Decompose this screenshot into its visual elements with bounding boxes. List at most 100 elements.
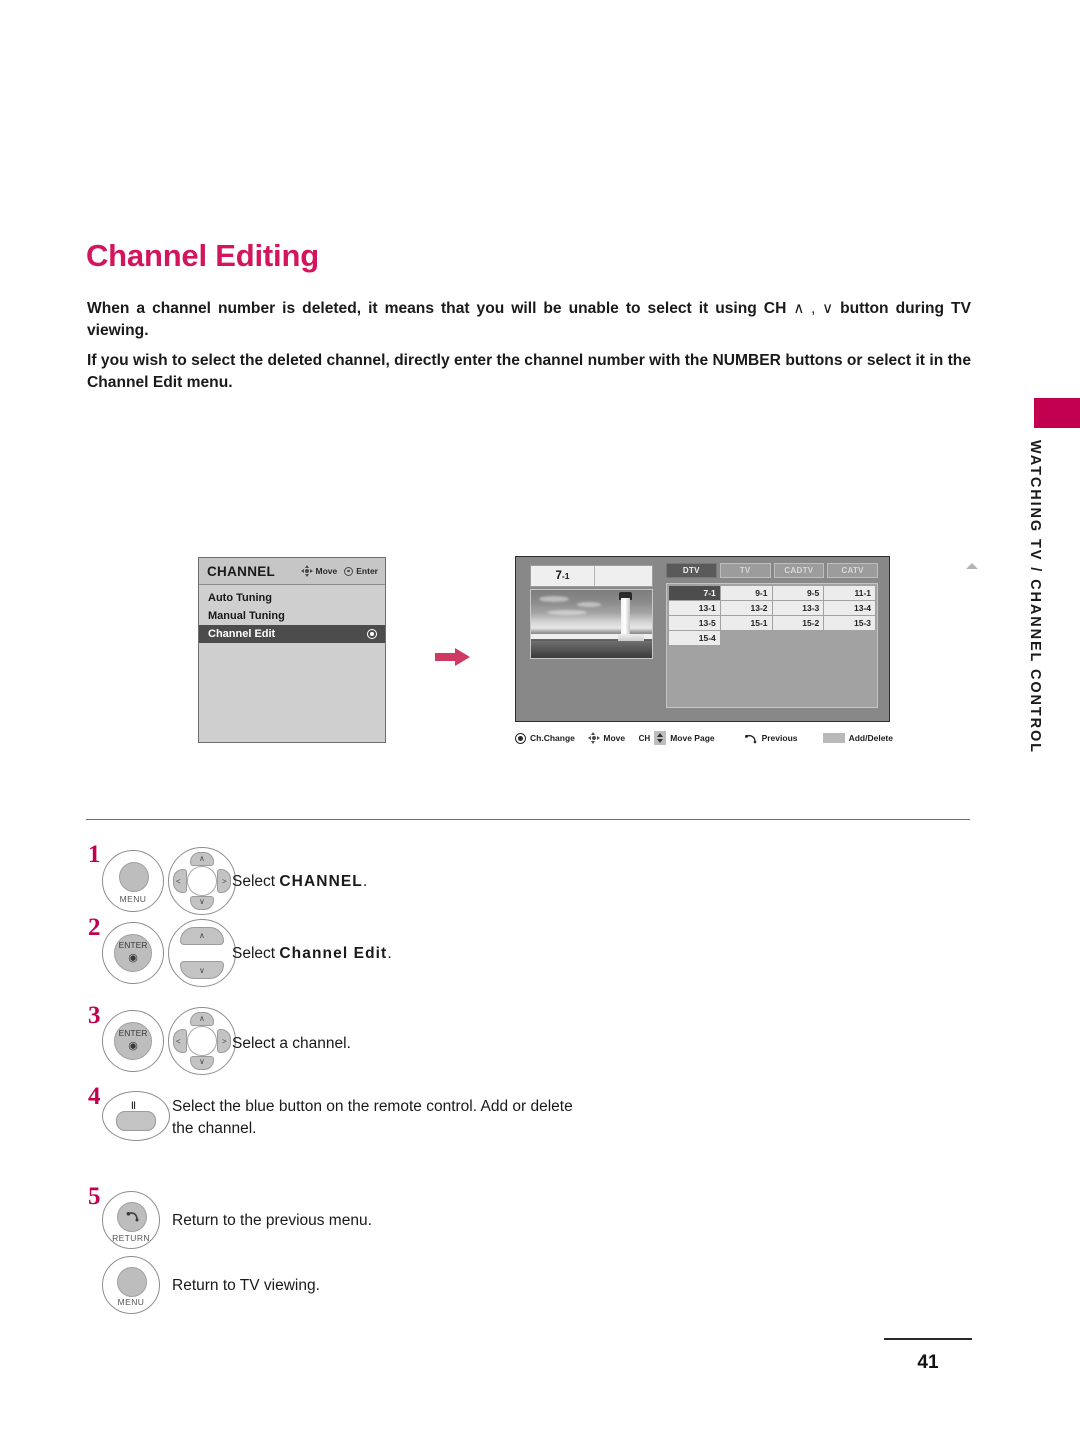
hint-enter: Enter <box>344 566 378 576</box>
channel-cell[interactable]: 11-1 <box>824 586 875 600</box>
step-1-text-bold: CHANNEL <box>279 873 363 890</box>
channel-cell[interactable]: 13-1 <box>669 601 720 615</box>
page-title: Channel Editing <box>86 238 319 273</box>
step-2-text-prefix: Select <box>232 945 280 962</box>
return-button-icon[interactable]: RETURN <box>102 1191 160 1249</box>
channel-cell-empty <box>721 631 772 645</box>
preview-channel-label: 7 -1 <box>530 565 653 587</box>
intro-paragraph-2: If you wish to select the deleted channe… <box>87 352 971 392</box>
enter-dot-icon <box>344 566 354 576</box>
tab-cadtv[interactable]: CADTV <box>773 563 825 578</box>
hint-enter-label: Enter <box>356 566 378 576</box>
step-3-text: Select a channel. <box>232 1035 351 1052</box>
step-6-text: Return to TV viewing. <box>172 1277 320 1294</box>
dpad-updown-icon[interactable]: ∧ ∨ <box>168 919 236 987</box>
preview-channel-name <box>595 566 652 586</box>
channel-cell[interactable]: 13-4 <box>824 601 875 615</box>
channel-cell[interactable]: 15-4 <box>669 631 720 645</box>
channel-cell-empty <box>824 631 875 645</box>
tab-catv[interactable]: CATV <box>827 563 878 578</box>
step-2-text: Select Channel Edit. <box>232 943 392 965</box>
step-1-number: 1 <box>88 841 101 868</box>
step-5-number: 5 <box>88 1183 101 1210</box>
return-arrow-icon <box>744 733 758 744</box>
footer-rule <box>884 1338 972 1340</box>
toolbar-move-label: Move <box>603 733 626 743</box>
toolbar-ch-change[interactable]: Ch.Change <box>515 732 575 744</box>
osd-item-channel-edit-label: Channel Edit <box>208 628 276 640</box>
osd-item-channel-edit[interactable]: Channel Edit <box>199 625 385 643</box>
tab-dtv[interactable]: DTV <box>666 563 717 578</box>
dpad-move-icon <box>587 732 600 744</box>
enter-dot-glyph: ◉ <box>128 952 138 964</box>
blue-button-swatch-icon <box>822 733 845 743</box>
preview-channel-number: 7 -1 <box>531 566 595 586</box>
step-5-text: Return to the previous menu. <box>172 1212 372 1229</box>
dpad-4way-icon[interactable]: ∧ ∨ < > <box>168 847 236 915</box>
toolbar-ch-change-label: Ch.Change <box>530 733 575 743</box>
channel-cell-empty <box>773 631 824 645</box>
toolbar-move-page[interactable]: CH Move Page <box>639 731 715 745</box>
toolbar-previous-label: Previous <box>761 733 798 743</box>
preview-channel-minor: -1 <box>561 571 570 581</box>
right-arrow-icon <box>435 647 471 667</box>
step-2-text-bold: Channel Edit <box>279 945 388 962</box>
page-number: 41 <box>917 1352 939 1373</box>
channel-cell[interactable]: 13-5 <box>669 616 720 630</box>
hint-move: Move <box>301 565 337 577</box>
toolbar-add-delete-label: Add/Delete <box>848 733 893 743</box>
step-3-number: 3 <box>88 1002 101 1029</box>
step-1-text-prefix: Select <box>232 873 280 890</box>
osd-channel-header: CHANNEL Move Enter <box>199 558 385 585</box>
step-1-button-label: MENU <box>119 894 147 904</box>
channel-cell[interactable]: 15-2 <box>772 616 824 630</box>
step-4-number: 4 <box>88 1083 101 1110</box>
step-6-button-label: MENU <box>117 1297 145 1307</box>
step-3-button-label: ENTER <box>118 1028 148 1038</box>
scroll-up-indicator-icon[interactable] <box>966 563 978 569</box>
filled-circle-icon <box>515 732 526 744</box>
dpad-move-icon <box>301 565 314 577</box>
channel-cell[interactable]: 9-5 <box>772 586 824 600</box>
osd-channel-list: Auto Tuning Manual Tuning Channel Edit <box>199 585 385 643</box>
osd-item-auto-tuning-label: Auto Tuning <box>208 592 272 604</box>
osd-item-auto-tuning[interactable]: Auto Tuning <box>199 589 385 607</box>
lighthouse-photo <box>530 589 653 659</box>
step-2-button-label: ENTER <box>118 940 148 950</box>
step-1-text: Select CHANNEL. <box>232 871 367 893</box>
selected-bullet-icon <box>367 629 377 639</box>
step-2-number: 2 <box>88 914 101 941</box>
up-down-arrows-icon <box>654 731 667 745</box>
section-sidebar-label: WATCHING TV / CHANNEL CONTROL <box>1008 440 1062 820</box>
toolbar-previous[interactable]: Previous <box>744 733 798 744</box>
channel-cell[interactable]: 13-3 <box>772 601 824 615</box>
enter-button-icon[interactable]: ENTER ◉ <box>102 922 164 984</box>
dpad-4way-icon[interactable]: ∧ ∨ < > <box>168 1007 236 1075</box>
osd-item-manual-tuning[interactable]: Manual Tuning <box>199 607 385 625</box>
channel-source-tabs: DTV TV CADTV CATV <box>666 563 878 578</box>
toolbar-move-page-prefix: CH <box>638 733 651 743</box>
channel-grid-container: 7-1 9-1 9-5 11-1 13-1 13-2 13-3 13-4 13-… <box>666 583 878 708</box>
channel-cell[interactable]: 13-2 <box>720 601 772 615</box>
return-arrow-glyph-icon <box>125 1210 141 1228</box>
blue-pause-button-icon[interactable]: ‖ <box>102 1091 170 1141</box>
manual-page: Channel Editing When a channel number is… <box>0 0 1080 1439</box>
section-divider <box>86 819 970 820</box>
enter-dot-glyph: ◉ <box>128 1040 138 1052</box>
channel-cell[interactable]: 15-1 <box>720 616 772 630</box>
tab-tv[interactable]: TV <box>719 563 771 578</box>
toolbar-move[interactable]: Move <box>587 732 626 744</box>
step-2-text-suffix: . <box>387 945 392 962</box>
toolbar-add-delete[interactable]: Add/Delete <box>822 733 893 743</box>
channel-cell[interactable]: 9-1 <box>720 586 772 600</box>
ch-updown-arrows: ∧ , ∨ <box>793 300 834 317</box>
menu-button-icon[interactable]: MENU <box>102 850 164 912</box>
osd-channel-menu: CHANNEL Move Enter Auto Tuning Manual Tu… <box>198 557 386 743</box>
osd-item-manual-tuning-label: Manual Tuning <box>208 610 285 622</box>
step-5-button-label: RETURN <box>112 1233 150 1243</box>
enter-button-icon[interactable]: ENTER ◉ <box>102 1010 164 1072</box>
channel-cell[interactable]: 7-1 <box>669 586 720 600</box>
menu-button-icon[interactable]: MENU <box>102 1256 160 1314</box>
channel-cell[interactable]: 15-3 <box>824 616 875 630</box>
osd-channel-title: CHANNEL <box>207 563 276 579</box>
